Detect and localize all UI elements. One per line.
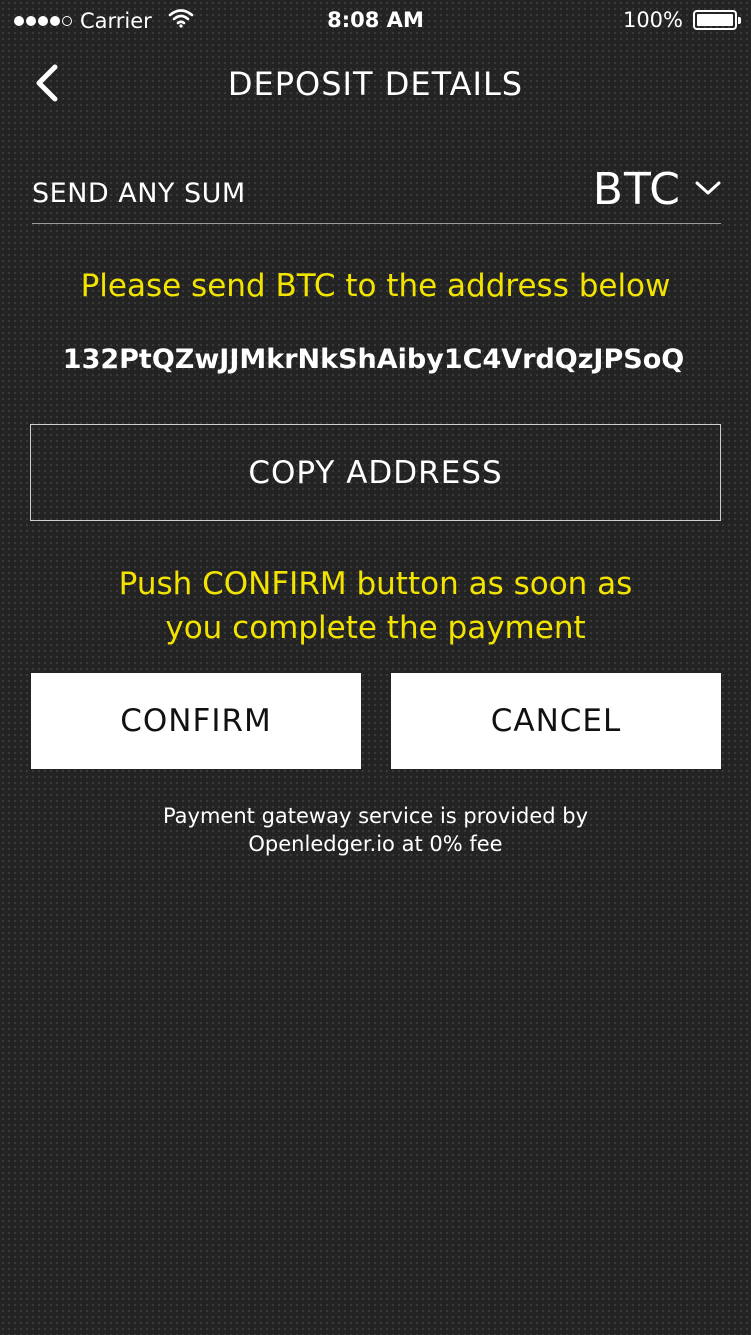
navigation-bar: DEPOSIT DETAILS [0, 55, 751, 115]
footer-line-1: Payment gateway service is provided by [162, 804, 589, 828]
copy-address-button[interactable]: COPY ADDRESS [30, 424, 721, 521]
send-instruction: Please send BTC to the address below [80, 268, 671, 304]
footer-note: Payment gateway service is provided by O… [0, 802, 751, 858]
send-any-sum-label: SEND ANY SUM [32, 178, 246, 209]
currency-select[interactable]: BTC [593, 164, 721, 215]
confirm-note-line-2: you complete the payment [165, 610, 586, 646]
status-right: 100% [622, 8, 741, 32]
cancel-button[interactable]: CANCEL [391, 673, 721, 769]
deposit-address: 132PtQZwJJMkrNkShAiby1C4VrdQzJPSoQ [62, 344, 685, 375]
confirm-note: Push CONFIRM button as soon as you compl… [0, 562, 751, 650]
confirm-button[interactable]: CONFIRM [31, 673, 361, 769]
sum-row: SEND ANY SUM BTC [32, 160, 721, 224]
battery-percentage: 100% [622, 8, 683, 32]
battery-icon [693, 10, 741, 30]
chevron-down-icon [695, 180, 721, 200]
footer-line-2: Openledger.io at 0% fee [248, 832, 503, 856]
page-title: DEPOSIT DETAILS [227, 65, 524, 103]
currency-value: BTC [592, 164, 681, 215]
confirm-note-line-1: Push CONFIRM button as soon as [118, 566, 633, 602]
status-bar: Carrier 8:08 AM 100% [0, 0, 751, 40]
